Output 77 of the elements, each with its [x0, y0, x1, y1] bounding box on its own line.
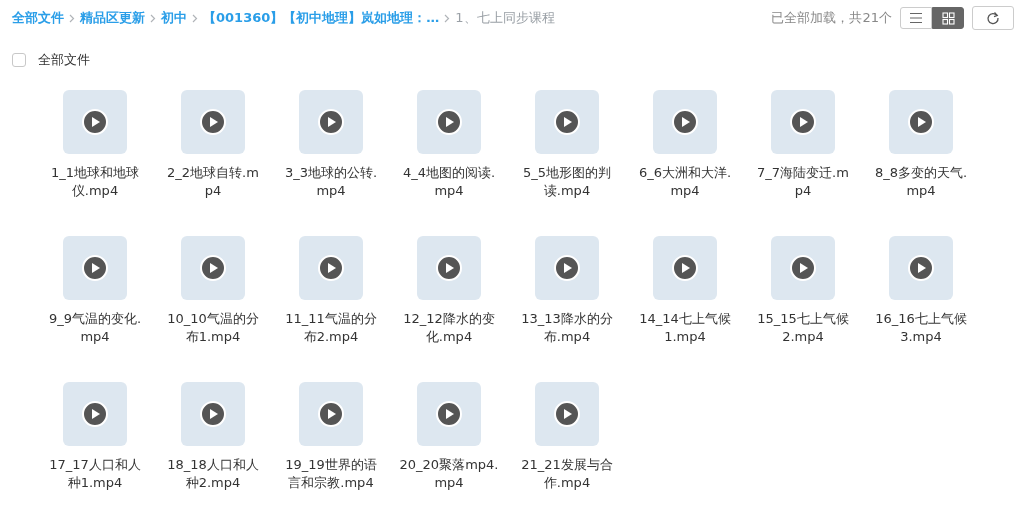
- file-name[interactable]: 3_3地球的公转.mp4: [281, 163, 381, 200]
- play-icon: [436, 400, 462, 427]
- file-name[interactable]: 10_10气温的分布1.mp4: [163, 309, 263, 346]
- play-icon: [200, 400, 226, 427]
- play-icon: [672, 254, 698, 281]
- video-thumbnail[interactable]: [299, 89, 363, 154]
- video-thumbnail[interactable]: [63, 381, 127, 446]
- video-thumbnail[interactable]: [535, 89, 599, 154]
- video-thumbnail[interactable]: [417, 381, 481, 446]
- chevron-icon: [69, 13, 75, 23]
- video-thumbnail[interactable]: [889, 89, 953, 154]
- file-name[interactable]: 11_11气温的分布2.mp4: [281, 309, 381, 346]
- video-thumbnail[interactable]: [653, 235, 717, 300]
- play-icon: [436, 108, 462, 135]
- file-name[interactable]: 18_18人口和人种2.mp4: [163, 455, 263, 492]
- video-thumbnail[interactable]: [771, 89, 835, 154]
- video-thumbnail[interactable]: [299, 381, 363, 446]
- chevron-icon: [444, 13, 451, 23]
- file-name[interactable]: 15_15七上气候2.mp4: [753, 309, 853, 346]
- play-icon: [908, 254, 934, 281]
- play-icon: [82, 108, 108, 135]
- video-thumbnail[interactable]: [63, 235, 127, 300]
- file-name[interactable]: 19_19世界的语言和宗教.mp4: [281, 455, 381, 492]
- load-status: 已全部加载，共21个: [771, 9, 892, 28]
- play-icon: [908, 108, 934, 135]
- video-thumbnail[interactable]: [63, 89, 127, 154]
- chevron-icon: [150, 13, 156, 23]
- play-icon: [200, 254, 226, 281]
- video-thumbnail[interactable]: [535, 235, 599, 300]
- select-all-label: 全部文件: [38, 51, 90, 69]
- file-name[interactable]: 16_16七上气候3.mp4: [871, 309, 971, 346]
- video-thumbnail[interactable]: [417, 89, 481, 154]
- play-icon: [554, 254, 580, 281]
- play-icon: [790, 254, 816, 281]
- file-name[interactable]: 13_13降水的分布.mp4: [517, 309, 617, 346]
- select-all-checkbox[interactable]: [12, 52, 26, 67]
- video-thumbnail[interactable]: [181, 89, 245, 154]
- file-name[interactable]: 17_17人口和人种1.mp4: [45, 455, 145, 492]
- video-thumbnail[interactable]: [535, 381, 599, 446]
- list-view-button[interactable]: [900, 7, 932, 29]
- file-name[interactable]: 20_20聚落mp4.mp4: [399, 455, 499, 492]
- refresh-icon: [986, 11, 1000, 25]
- list-icon: [909, 12, 923, 24]
- grid-view-button[interactable]: [932, 7, 964, 29]
- file-name[interactable]: 12_12降水的变化.mp4: [399, 309, 499, 346]
- file-name[interactable]: 8_8多变的天气.mp4: [871, 163, 971, 200]
- file-name[interactable]: 21_21发展与合作.mp4: [517, 455, 617, 492]
- video-thumbnail[interactable]: [299, 235, 363, 300]
- play-icon: [554, 400, 580, 427]
- video-thumbnail[interactable]: [181, 381, 245, 446]
- play-icon: [436, 254, 462, 281]
- breadcrumb-current: 1、七上同步课程: [455, 9, 555, 28]
- play-icon: [318, 108, 344, 135]
- play-icon: [790, 108, 816, 135]
- file-name[interactable]: 2_2地球自转.mp4: [163, 163, 263, 200]
- play-icon: [554, 108, 580, 135]
- play-icon: [82, 254, 108, 281]
- chevron-icon: [192, 13, 198, 23]
- play-icon: [318, 254, 344, 281]
- file-name[interactable]: 6_6大洲和大洋.mp4: [635, 163, 735, 200]
- video-thumbnail[interactable]: [417, 235, 481, 300]
- play-icon: [200, 108, 226, 135]
- file-name[interactable]: 7_7海陆变迁.mp4: [753, 163, 853, 200]
- video-thumbnail[interactable]: [181, 235, 245, 300]
- file-name[interactable]: 5_5地形图的判读.mp4: [517, 163, 617, 200]
- video-thumbnail[interactable]: [771, 235, 835, 300]
- video-thumbnail[interactable]: [653, 89, 717, 154]
- video-thumbnail[interactable]: [889, 235, 953, 300]
- play-icon: [82, 400, 108, 427]
- file-name[interactable]: 4_4地图的阅读.mp4: [399, 163, 499, 200]
- file-name[interactable]: 9_9气温的变化.mp4: [45, 309, 145, 346]
- refresh-button[interactable]: [972, 6, 1014, 30]
- play-icon: [318, 400, 344, 427]
- file-name[interactable]: 14_14七上气候1.mp4: [635, 309, 735, 346]
- file-name[interactable]: 1_1地球和地球仪.mp4: [45, 163, 145, 200]
- grid-icon: [941, 11, 955, 25]
- play-icon: [672, 108, 698, 135]
